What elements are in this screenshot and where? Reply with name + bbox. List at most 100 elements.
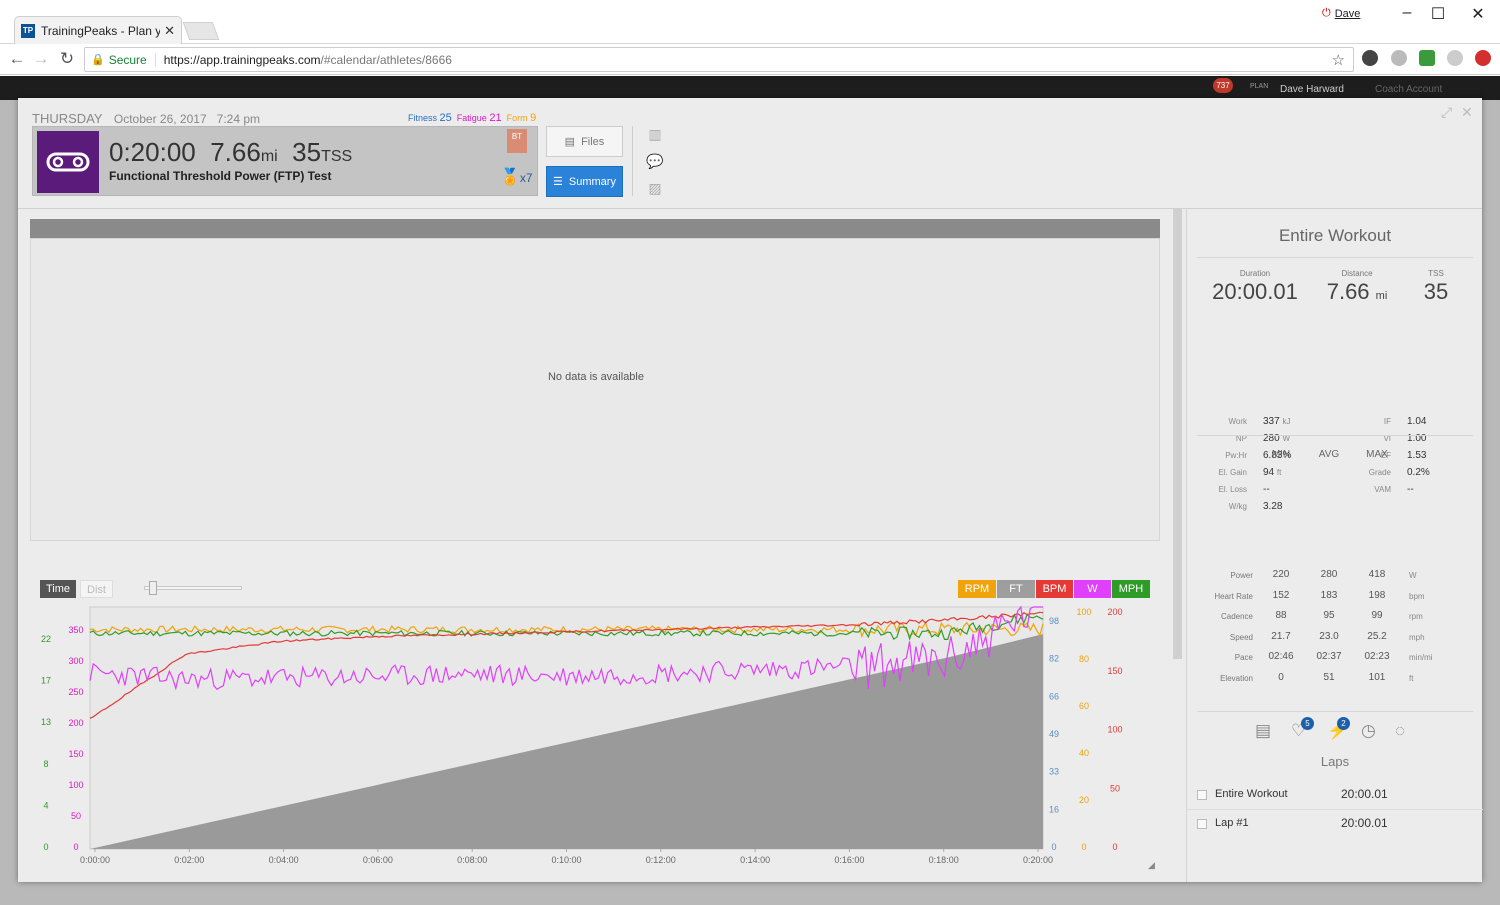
duration-label: Duration	[1239, 269, 1271, 278]
url-path: /#calendar/athletes/8666	[320, 52, 452, 67]
channel-bpm-button[interactable]: BPM	[1036, 580, 1073, 598]
workout-title[interactable]: Functional Threshold Power (FTP) Test	[109, 169, 331, 183]
files-button[interactable]: ▤ Files	[546, 126, 623, 157]
time-toggle[interactable]: Time	[40, 580, 77, 598]
stat-value: 1.53	[1407, 450, 1427, 461]
circle-icon[interactable]: ◌	[1395, 721, 1405, 741]
notification-badge[interactable]: 737	[1213, 78, 1233, 93]
close-tab-icon[interactable]: ✕	[164, 23, 175, 39]
workout-stats: 0:20:00 7.66mi 35TSS	[109, 137, 352, 168]
reload-icon[interactable]: ↻	[56, 49, 78, 69]
min-avg-max-row: Pace 02:46 02:37 02:23 min/mi	[1187, 651, 1483, 671]
y-tick-label: 22	[41, 634, 51, 644]
channel-rpm-button[interactable]: RPM	[958, 580, 996, 598]
row-label: Pace	[1234, 653, 1253, 662]
peak-medal[interactable]: 🏅x7	[500, 167, 533, 187]
window-close-icon[interactable]: ✕	[1463, 4, 1493, 24]
bookmark-star-icon[interactable]: ☆	[1332, 51, 1345, 69]
x-tick-label: 0:02:00	[174, 855, 204, 865]
workout-graph[interactable]: 0:00:00 0:02:00 0:04:00 0:06:00 0:08:00 0:10:…	[18, 603, 1168, 878]
lap-checkbox[interactable]	[1197, 790, 1207, 800]
modal-close-icon[interactable]: ✕	[1461, 104, 1473, 121]
distance-toggle[interactable]: Dist	[80, 580, 113, 598]
min-value: 220	[1272, 569, 1290, 580]
stat-label: IF	[1383, 417, 1391, 426]
user-menu[interactable]: Dave Harward	[1280, 84, 1344, 95]
unit: bpm	[1409, 591, 1425, 601]
y-tick-label: 350	[68, 625, 83, 635]
y-tick-label: 40	[1079, 748, 1089, 758]
clock-icon[interactable]: ◷	[1361, 721, 1376, 741]
max-value: 418	[1368, 569, 1386, 580]
minimize-icon[interactable]: –	[1392, 4, 1422, 22]
extension-icon[interactable]	[1419, 50, 1435, 66]
extension-icon[interactable]	[1391, 50, 1407, 66]
power-count-badge: 2	[1337, 717, 1350, 730]
slider-handle[interactable]	[149, 581, 157, 595]
stat-value: --	[1407, 484, 1414, 495]
map-toolbar	[30, 219, 1160, 238]
summary-label: Summary	[568, 175, 616, 188]
analysis-chart-icon[interactable]: ▥	[645, 126, 665, 153]
coach-account-link[interactable]: Coach Account	[1375, 84, 1442, 95]
y-tick-label: 0	[1081, 842, 1086, 852]
x-tick-label: 0:10:00	[551, 855, 581, 865]
y-tick-label: 200	[1107, 607, 1122, 617]
files-icon: ▤	[564, 136, 576, 148]
extension-icon[interactable]	[1475, 50, 1491, 66]
extension-icon[interactable]	[1362, 50, 1378, 66]
avg-value: 95	[1323, 610, 1335, 621]
divider	[1197, 435, 1473, 436]
no-data-message: No data is available	[547, 371, 644, 383]
browser-tab[interactable]: TP TrainingPeaks - Plan your ✕	[14, 16, 182, 44]
extension-icon[interactable]	[1447, 50, 1463, 66]
unit: mph	[1409, 632, 1425, 642]
map-panel: No data is available	[30, 238, 1160, 541]
back-icon[interactable]: ←	[6, 49, 28, 69]
lap-row[interactable]: Lap #1 20:00.01	[1187, 811, 1483, 839]
x-tick-label: 0:18:00	[929, 855, 959, 865]
workout-day: THURSDAY	[32, 111, 103, 126]
notes-icon[interactable]: ▤	[1255, 721, 1271, 741]
resize-handle-icon[interactable]: ◢	[1148, 860, 1155, 870]
workout-tss-unit: TSS	[321, 148, 353, 165]
maximize-icon[interactable]: ☐	[1423, 4, 1453, 24]
channel-mph-button[interactable]: MPH	[1112, 580, 1150, 598]
lap-row[interactable]: Entire Workout 20:00.01	[1187, 782, 1483, 810]
summary-button[interactable]: ☰ Summary	[546, 166, 623, 197]
profile-button[interactable]: ⏻ Dave	[1322, 7, 1360, 20]
summary-panel: Entire Workout Duration 20:00.01 Distanc…	[1186, 209, 1483, 882]
profile-icon: ⏻	[1322, 7, 1331, 19]
avg-value: 51	[1323, 671, 1335, 683]
browser-toolbar: ← → ↻ 🔒 Secure https://app.trainingpeaks…	[0, 44, 1500, 75]
fatigue-label: Fatigue	[456, 113, 487, 123]
graph-view-icon[interactable]: ▨	[645, 180, 665, 207]
stat-label: El. Loss	[1218, 485, 1247, 494]
lap-checkbox[interactable]	[1197, 819, 1207, 829]
address-bar[interactable]: 🔒 Secure https://app.trainingpeaks.com/#…	[84, 47, 1354, 72]
x-tick-label: 0:20:00	[1023, 855, 1053, 865]
row-label: Cadence	[1220, 612, 1253, 621]
avg-value: 02:37	[1316, 651, 1342, 662]
stat-value: 0.2%	[1407, 467, 1430, 478]
row-label: Elevation	[1220, 673, 1253, 683]
y-tick-label: 100	[1076, 607, 1091, 617]
new-tab-button[interactable]	[182, 22, 220, 40]
expand-icon[interactable]: ⤢	[1441, 104, 1452, 121]
forward-icon[interactable]: →	[30, 49, 52, 69]
channel-ft-button[interactable]: FT	[997, 580, 1035, 598]
fitness-value: 25	[439, 112, 452, 124]
summary-title: Entire Workout	[1278, 226, 1392, 245]
y-tick-label: 17	[41, 676, 51, 686]
y-tick-label: 0	[73, 842, 78, 852]
panel-scrollbar[interactable]	[1173, 209, 1182, 659]
bt-badge: BT	[507, 129, 527, 153]
comments-icon[interactable]: 💬	[645, 153, 665, 180]
min-value: 02:46	[1268, 651, 1294, 662]
y-tick-label: 50	[71, 811, 81, 821]
graph-smoothing-slider[interactable]	[144, 581, 242, 595]
profile-name: Dave	[1334, 7, 1361, 20]
max-value: 198	[1368, 589, 1386, 601]
summary-icon: ☰	[553, 176, 563, 188]
channel-watts-button[interactable]: W	[1074, 580, 1111, 598]
